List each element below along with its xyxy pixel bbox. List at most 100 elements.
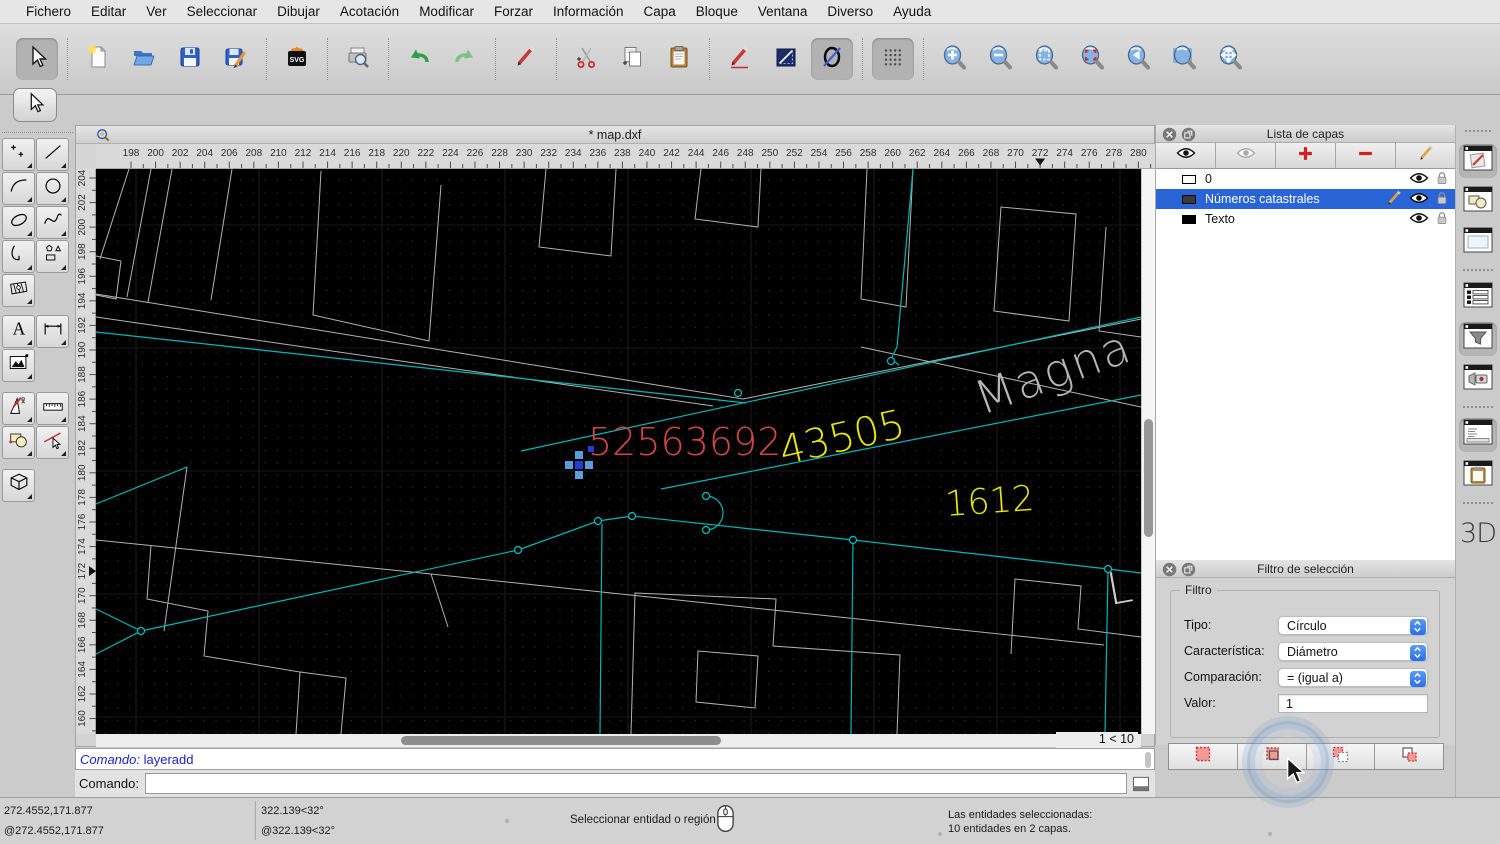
horizontal-scrollbar[interactable]	[96, 734, 1141, 747]
tool-text-button[interactable]: A	[2, 315, 35, 348]
dock-selection-filter-button[interactable]	[1459, 322, 1497, 356]
menu-bloque[interactable]: Bloque	[686, 0, 748, 24]
tool-modify-button[interactable]	[36, 426, 69, 459]
tool-line-button[interactable]	[36, 138, 69, 171]
save-as-button[interactable]	[215, 38, 257, 80]
layer-visibility-eye-icon[interactable]	[1409, 191, 1429, 208]
menu-fichero[interactable]: Fichero	[16, 0, 81, 24]
zoom-previous-button[interactable]	[1117, 38, 1159, 80]
menu-seleccionar[interactable]: Seleccionar	[177, 0, 268, 24]
tool-shapes-button[interactable]	[36, 240, 69, 273]
show-all-eye-button[interactable]	[1156, 143, 1216, 168]
select-matching-button[interactable]	[1169, 744, 1238, 769]
svg-text:204: 204	[77, 169, 88, 186]
add-layer-button[interactable]	[1276, 143, 1336, 168]
menu-editar[interactable]: Editar	[81, 0, 136, 24]
select-intersect-button[interactable]	[1375, 744, 1443, 769]
tool-box-3d-button[interactable]	[2, 469, 35, 502]
cut-button[interactable]	[566, 38, 608, 80]
save-button[interactable]	[169, 38, 211, 80]
dock-block-list-button[interactable]	[1459, 185, 1497, 219]
hide-all-eye-button[interactable]	[1216, 143, 1276, 168]
3d-panel-label[interactable]: 3D	[1460, 518, 1496, 549]
layer-lock-icon[interactable]	[1436, 191, 1448, 208]
tool-circle-button[interactable]	[36, 172, 69, 205]
zoom-window-button[interactable]	[1163, 38, 1205, 80]
copy-button[interactable]	[612, 38, 654, 80]
tool-dimension-button[interactable]	[36, 315, 69, 348]
toolbar-separator	[495, 38, 496, 80]
comparacion-select[interactable]: = (igual a)	[1278, 668, 1428, 687]
command-input[interactable]	[145, 773, 1127, 794]
tool-points-button[interactable]	[2, 138, 35, 171]
grid-button[interactable]	[872, 38, 914, 80]
menu-ventana[interactable]: Ventana	[748, 0, 818, 24]
command-console-toggle-button[interactable]	[1130, 773, 1152, 794]
caracteristica-select[interactable]: Diámetro	[1278, 642, 1428, 661]
svg-export-button[interactable]: SVG	[276, 38, 318, 80]
paste-button[interactable]	[658, 38, 700, 80]
layer-visibility-eye-icon[interactable]	[1409, 171, 1429, 188]
layer-row[interactable]: Números catastrales	[1156, 189, 1455, 209]
tool-block-button[interactable]	[2, 426, 35, 459]
undo-button[interactable]	[398, 38, 440, 80]
dock-property-editor-button[interactable]	[1459, 144, 1497, 178]
menu-acotacion[interactable]: Acotación	[330, 0, 409, 24]
open-file-button[interactable]	[123, 38, 165, 80]
dock-layer-list-button[interactable]	[1459, 281, 1497, 315]
dock-command-line-button[interactable]	[1459, 418, 1497, 452]
vertical-scrollbar-thumb[interactable]	[1144, 419, 1153, 537]
layer-row[interactable]: 0	[1156, 169, 1455, 189]
pencil-button[interactable]	[505, 38, 547, 80]
zoom-auto-button[interactable]	[1025, 38, 1067, 80]
menu-informacion[interactable]: Información	[543, 0, 634, 24]
menu-modificar[interactable]: Modificar	[409, 0, 484, 24]
menu-dibujar[interactable]: Dibujar	[267, 0, 330, 24]
drawing-canvas[interactable]: 52563692 43505 1612 Magna A L	[96, 169, 1141, 734]
new-file-button[interactable]	[77, 38, 119, 80]
no-snap-button[interactable]	[811, 38, 853, 80]
layer-visibility-eye-icon[interactable]	[1409, 211, 1429, 228]
layer-lock-icon[interactable]	[1436, 171, 1448, 188]
horizontal-scrollbar-thumb[interactable]	[401, 736, 721, 745]
menu-forzar[interactable]: Forzar	[484, 0, 543, 24]
layer-row[interactable]: Texto	[1156, 209, 1455, 229]
select-button[interactable]	[16, 38, 58, 80]
redo-button[interactable]	[444, 38, 486, 80]
tool-image-button[interactable]	[2, 349, 35, 382]
tool-hatch-button[interactable]	[2, 274, 35, 307]
dock-library-browser-button[interactable]	[1459, 226, 1497, 260]
layer-lock-icon[interactable]	[1436, 211, 1448, 228]
tool-arc-button[interactable]	[2, 172, 35, 205]
tool-measure-button[interactable]	[36, 392, 69, 425]
select-add-button[interactable]	[1238, 744, 1307, 769]
select-remove-button[interactable]	[1307, 744, 1376, 769]
select-tool-button[interactable]	[13, 88, 57, 122]
menu-diverso[interactable]: Diverso	[817, 0, 883, 24]
remove-layer-button[interactable]	[1336, 143, 1396, 168]
dock-viewport-button[interactable]	[1459, 363, 1497, 397]
valor-input[interactable]: 1	[1278, 694, 1428, 713]
tool-cad-tools-button[interactable]	[2, 392, 35, 425]
dock-handle[interactable]	[1465, 130, 1491, 134]
zoom-out-button[interactable]	[979, 38, 1021, 80]
menu-ayuda[interactable]: Ayuda	[883, 0, 941, 24]
tool-ellipse-button[interactable]	[2, 206, 35, 239]
dock-clipboard-panel-button[interactable]	[1459, 459, 1497, 493]
zoom-in-button[interactable]	[933, 38, 975, 80]
tipo-select[interactable]: Círculo	[1278, 616, 1428, 635]
edit-layer-button[interactable]	[1396, 143, 1455, 168]
tool-polyline-button[interactable]	[2, 240, 35, 273]
menu-capa[interactable]: Capa	[634, 0, 686, 24]
edit-pencil-button[interactable]	[719, 38, 761, 80]
zoom-pan-button[interactable]	[1209, 38, 1251, 80]
menu-ver[interactable]: Ver	[136, 0, 176, 24]
vertical-scrollbar[interactable]	[1141, 169, 1155, 734]
tool-spline-button[interactable]	[36, 206, 69, 239]
ruler-corner	[76, 144, 96, 169]
zoom-selection-button[interactable]	[1071, 38, 1113, 80]
history-scrollbar[interactable]	[1145, 752, 1151, 768]
ortho-button[interactable]	[765, 38, 807, 80]
vertical-ruler: 2042022001981961941921901881861841821801…	[76, 169, 96, 734]
print-preview-button[interactable]	[337, 38, 379, 80]
